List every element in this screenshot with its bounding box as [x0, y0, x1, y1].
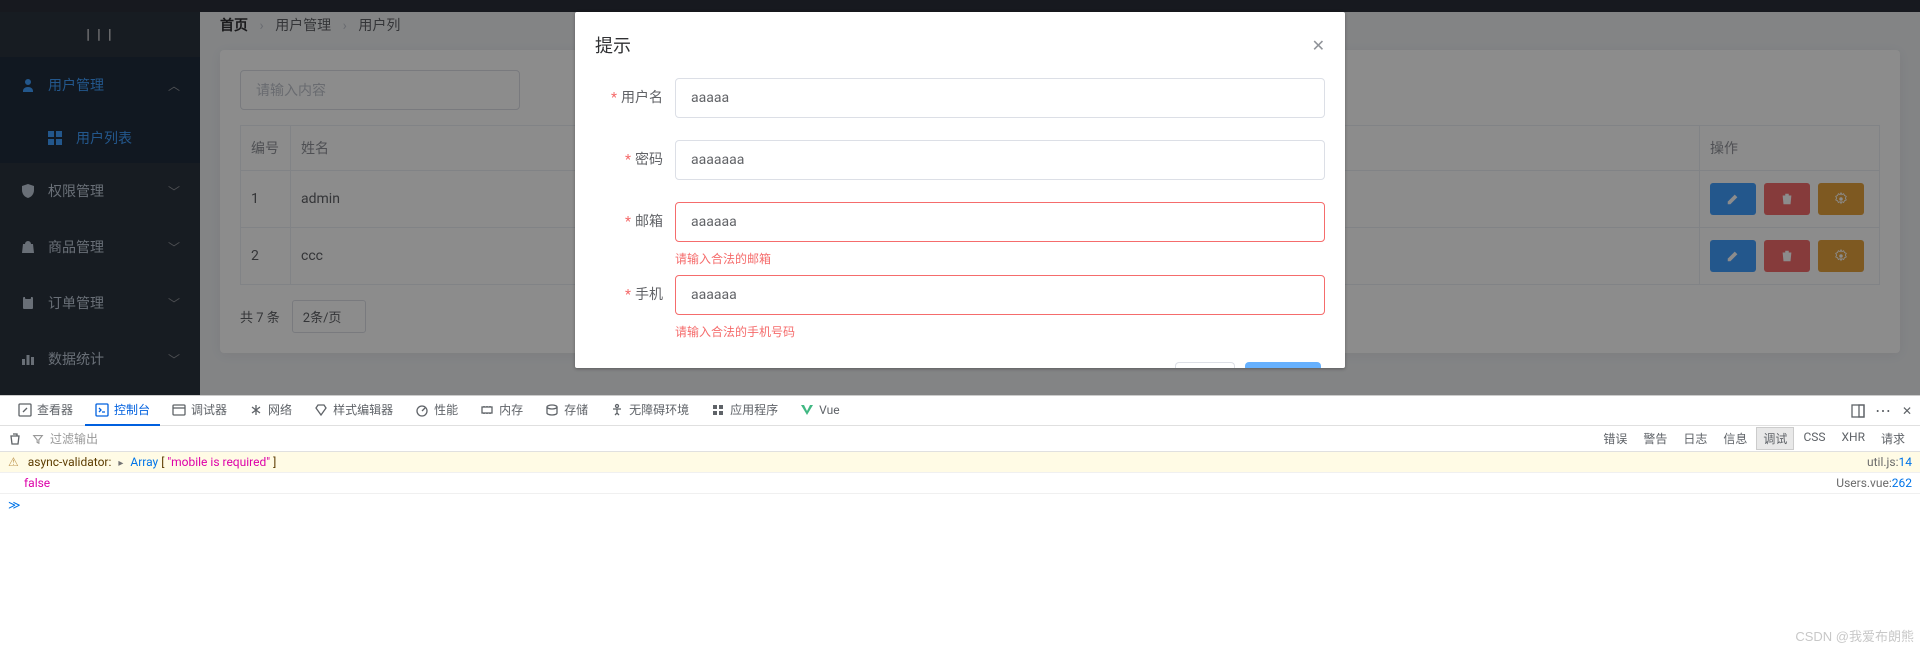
- devtools-more-icon[interactable]: ⋯: [1875, 401, 1892, 420]
- mobile-error: 请输入合法的手机号码: [595, 319, 1325, 348]
- devtools-close-icon[interactable]: ✕: [1902, 404, 1912, 418]
- a11y-icon: [610, 403, 624, 417]
- style-icon: [314, 403, 328, 417]
- level-log[interactable]: 日志: [1676, 427, 1714, 450]
- tab-network[interactable]: 网络: [239, 396, 302, 426]
- tab-vue[interactable]: Vue: [790, 396, 849, 426]
- tab-label: 调试器: [191, 401, 227, 418]
- console-output: ⚠ async-validator: ▸ Array [ "mobile is …: [0, 452, 1920, 516]
- label-username: *用户名: [595, 78, 675, 118]
- tab-label: 样式编辑器: [333, 401, 393, 418]
- tab-console[interactable]: 控制台: [85, 396, 160, 426]
- warn-prefix: async-validator:: [28, 455, 112, 469]
- tab-label: 存储: [564, 401, 588, 418]
- label-mobile: *手机: [595, 275, 675, 315]
- devtools-dock-icon[interactable]: [1851, 404, 1865, 418]
- form-row-username: *用户名: [595, 78, 1325, 118]
- label-email: *邮箱: [595, 202, 675, 242]
- source-link[interactable]: Users.vue:262: [1836, 476, 1912, 490]
- email-field[interactable]: [675, 202, 1325, 242]
- level-css[interactable]: CSS: [1796, 427, 1832, 450]
- password-field[interactable]: [675, 140, 1325, 180]
- devtools: 查看器 控制台 调试器 网络 样式编辑器 性能 内存 存储: [0, 395, 1920, 647]
- expand-icon[interactable]: ▸: [118, 458, 123, 469]
- network-icon: [249, 403, 263, 417]
- perf-icon: [415, 403, 429, 417]
- apps-icon: [711, 403, 725, 417]
- tab-label: 网络: [268, 401, 292, 418]
- tab-a11y[interactable]: 无障碍环境: [600, 396, 699, 426]
- watermark: CSDN @我爱布朗熊: [1795, 626, 1914, 645]
- tab-storage[interactable]: 存储: [535, 396, 598, 426]
- log-msg: false: [24, 476, 50, 490]
- form-row-mobile: *手机: [595, 275, 1325, 315]
- email-error: 请输入合法的邮箱: [595, 246, 1325, 275]
- console-icon: [95, 403, 109, 417]
- dialog: 提示 ✕ *用户名 *密码 *邮箱 请输入合法的邮箱 *手机 请输入合法的手机号…: [575, 12, 1345, 368]
- tab-label: 控制台: [114, 401, 150, 418]
- inspector-icon: [18, 403, 32, 417]
- console-line-warn[interactable]: ⚠ async-validator: ▸ Array [ "mobile is …: [0, 452, 1920, 473]
- tab-inspector[interactable]: 查看器: [8, 396, 83, 426]
- dialog-header: 提示 ✕: [575, 12, 1345, 68]
- form-row-email: *邮箱: [595, 202, 1325, 242]
- tab-label: 查看器: [37, 401, 73, 418]
- warn-msg: "mobile is required": [167, 455, 270, 469]
- tab-perf[interactable]: 性能: [405, 396, 468, 426]
- trash-icon[interactable]: [8, 432, 22, 446]
- dialog-title: 提示: [595, 32, 631, 58]
- confirm-button-peek[interactable]: [1245, 362, 1321, 368]
- mobile-field[interactable]: [675, 275, 1325, 315]
- level-warn[interactable]: 警告: [1636, 427, 1674, 450]
- close-icon[interactable]: ✕: [1312, 36, 1325, 55]
- tab-debugger[interactable]: 调试器: [162, 396, 237, 426]
- log-levels: 错误 警告 日志 信息 调试 CSS XHR 请求: [1596, 427, 1912, 450]
- debugger-icon: [172, 403, 186, 417]
- level-req[interactable]: 请求: [1874, 427, 1912, 450]
- level-error[interactable]: 错误: [1596, 427, 1634, 450]
- source-link[interactable]: util.js:14: [1867, 455, 1912, 469]
- cancel-button-peek[interactable]: [1175, 362, 1235, 368]
- array-keyword: Array: [130, 455, 158, 469]
- level-xhr[interactable]: XHR: [1835, 427, 1872, 450]
- tab-memory[interactable]: 内存: [470, 396, 533, 426]
- vue-icon: [800, 403, 814, 417]
- filter-input[interactable]: 过滤输出: [32, 430, 98, 447]
- devtools-filter-bar: 过滤输出 错误 警告 日志 信息 调试 CSS XHR 请求: [0, 426, 1920, 452]
- dialog-body: *用户名 *密码 *邮箱 请输入合法的邮箱 *手机 请输入合法的手机号码: [575, 68, 1345, 368]
- label-password: *密码: [595, 140, 675, 180]
- tab-label: 应用程序: [730, 401, 778, 418]
- tab-label: 性能: [434, 401, 458, 418]
- devtools-tabs: 查看器 控制台 调试器 网络 样式编辑器 性能 内存 存储: [0, 396, 1920, 426]
- level-debug[interactable]: 调试: [1756, 427, 1794, 450]
- memory-icon: [480, 403, 494, 417]
- console-line-log[interactable]: false Users.vue:262: [0, 473, 1920, 494]
- level-info[interactable]: 信息: [1716, 427, 1754, 450]
- console-prompt[interactable]: ≫: [0, 494, 1920, 516]
- tab-label: Vue: [819, 403, 839, 417]
- tab-label: 无障碍环境: [629, 401, 689, 418]
- filter-placeholder: 过滤输出: [50, 430, 98, 447]
- tab-style[interactable]: 样式编辑器: [304, 396, 403, 426]
- storage-icon: [545, 403, 559, 417]
- tab-label: 内存: [499, 401, 523, 418]
- username-field[interactable]: [675, 78, 1325, 118]
- form-row-password: *密码: [595, 140, 1325, 180]
- tab-apps[interactable]: 应用程序: [701, 396, 788, 426]
- warn-icon: ⚠: [8, 455, 19, 469]
